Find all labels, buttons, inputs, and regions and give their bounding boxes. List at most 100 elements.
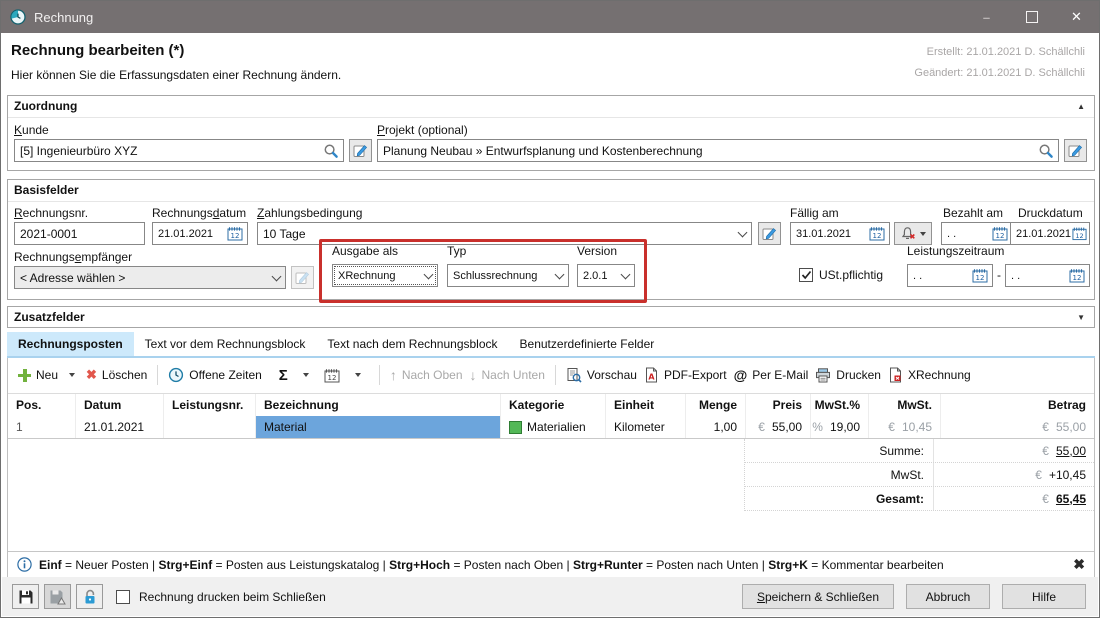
calendar-dropdown-arrow-icon[interactable] bbox=[355, 373, 361, 377]
sum-button[interactable]: Σ bbox=[279, 367, 288, 384]
zahlungsbedingung-edit-button[interactable] bbox=[758, 222, 781, 245]
collapse-up-icon[interactable]: ▲ bbox=[1077, 96, 1085, 117]
tab-rechnungsposten[interactable]: Rechnungsposten bbox=[7, 332, 134, 356]
summary-row-mwst: MwSt. €+10,45 bbox=[745, 463, 1094, 487]
col-kategorie[interactable]: Kategorie bbox=[501, 394, 606, 416]
zusatzfelder-header: Zusatzfelder ▼ bbox=[8, 307, 1094, 328]
rechnungsempfaenger-combo[interactable]: < Adresse wählen > bbox=[14, 266, 286, 289]
print-button[interactable]: Drucken bbox=[815, 368, 881, 383]
calendar-tool-button[interactable]: 12 bbox=[324, 368, 340, 383]
cell-preis[interactable]: €55,00 bbox=[746, 416, 811, 438]
hint-close-icon[interactable]: ✖ bbox=[1073, 556, 1085, 573]
cell-einheit[interactable]: Kilometer bbox=[606, 416, 686, 438]
move-up-button[interactable]: ↑ Nach Oben bbox=[390, 367, 463, 383]
tab-benutzerdefinierte-felder[interactable]: Benutzerdefinierte Felder bbox=[509, 332, 666, 356]
chevron-down-icon[interactable] bbox=[554, 271, 564, 281]
rechnungsnr-input[interactable]: 2021-0001 bbox=[14, 222, 145, 245]
col-betrag[interactable]: Betrag bbox=[941, 394, 1094, 416]
projekt-input[interactable]: Planung Neubau » Entwurfsplanung und Kos… bbox=[377, 139, 1059, 162]
druckdatum-input[interactable]: 21.01.2021 12 bbox=[1010, 222, 1090, 245]
chevron-down-icon[interactable] bbox=[423, 271, 433, 281]
pdf-export-button[interactable]: A PDF-Export bbox=[644, 367, 727, 383]
open-times-button[interactable]: Offene Zeiten bbox=[168, 367, 262, 383]
email-button[interactable]: @ Per E-Mail bbox=[734, 367, 809, 383]
zahlungsbedingung-combo[interactable]: 10 Tage bbox=[257, 222, 752, 245]
toolbar: Neu ✖ Löschen Offene Zeiten Σ 12 ↑ bbox=[8, 358, 1094, 392]
leistungszeitraum-von-input[interactable]: . . 12 bbox=[907, 264, 993, 287]
unlock-button[interactable] bbox=[76, 584, 103, 609]
cell-kategorie[interactable]: Materialien bbox=[501, 416, 606, 438]
faellig-input[interactable]: 31.01.2021 12 bbox=[790, 222, 890, 245]
chevron-down-icon[interactable] bbox=[920, 232, 926, 236]
tab-text-vor-rechnungsblock[interactable]: Text vor dem Rechnungsblock bbox=[134, 332, 317, 356]
col-leistungsnr[interactable]: Leistungsnr. bbox=[164, 394, 256, 416]
calendar-icon[interactable]: 12 bbox=[1072, 226, 1087, 241]
save-and-close-button[interactable]: Speichern & Schließen bbox=[742, 584, 894, 609]
projekt-edit-button[interactable] bbox=[1064, 139, 1087, 162]
ausgabe-als-combo[interactable]: XRechnung bbox=[332, 264, 438, 287]
cell-pos[interactable]: 1 bbox=[8, 416, 76, 438]
new-dropdown-arrow-icon[interactable] bbox=[69, 373, 75, 377]
ust-pflichtig-checkbox[interactable]: USt.pflichtig bbox=[799, 268, 883, 282]
cell-mwst-pct[interactable]: %19,00 bbox=[811, 416, 869, 438]
help-button[interactable]: Hilfe bbox=[1002, 584, 1086, 609]
checkbox-checked-icon[interactable] bbox=[799, 268, 813, 282]
leistungszeitraum-bis-input[interactable]: . . 12 bbox=[1005, 264, 1090, 287]
percent-symbol: % bbox=[812, 420, 823, 434]
col-menge[interactable]: Menge bbox=[686, 394, 746, 416]
maximize-button[interactable] bbox=[1009, 1, 1054, 33]
save-button[interactable] bbox=[12, 584, 39, 609]
move-down-button[interactable]: ↓ Nach Unten bbox=[470, 367, 545, 383]
cancel-button[interactable]: Abbruch bbox=[906, 584, 990, 609]
delete-button[interactable]: ✖ Löschen bbox=[86, 367, 147, 383]
svg-text:A: A bbox=[648, 373, 655, 382]
sum-dropdown-arrow-icon[interactable] bbox=[303, 373, 309, 377]
cell-menge[interactable]: 1,00 bbox=[686, 416, 746, 438]
col-preis[interactable]: Preis bbox=[746, 394, 811, 416]
new-button[interactable]: Neu bbox=[18, 368, 58, 382]
calendar-icon[interactable]: 12 bbox=[992, 226, 1008, 241]
col-datum[interactable]: Datum bbox=[76, 394, 164, 416]
col-mwst-pct[interactable]: MwSt.% bbox=[811, 394, 869, 416]
cell-betrag[interactable]: €55,00 bbox=[941, 416, 1094, 438]
cell-leistungsnr[interactable] bbox=[164, 416, 256, 438]
collapse-down-icon[interactable]: ▼ bbox=[1077, 307, 1085, 328]
cell-mwst[interactable]: €10,45 bbox=[869, 416, 941, 438]
version-combo[interactable]: 2.0.1 bbox=[577, 264, 635, 287]
email-label: Per E-Mail bbox=[752, 368, 808, 382]
close-button[interactable]: ✕ bbox=[1054, 1, 1099, 33]
preview-button[interactable]: Vorschau bbox=[566, 367, 637, 383]
print-on-close-checkbox[interactable] bbox=[116, 590, 130, 604]
tab-text-nach-rechnungsblock[interactable]: Text nach dem Rechnungsblock bbox=[316, 332, 508, 356]
calendar-icon[interactable]: 12 bbox=[869, 226, 885, 241]
bezahlt-input[interactable]: . . 12 bbox=[941, 222, 1013, 245]
chevron-down-icon[interactable] bbox=[271, 273, 281, 283]
calendar-icon[interactable]: 12 bbox=[972, 268, 988, 283]
save-warning-button[interactable] bbox=[44, 584, 71, 609]
chevron-down-icon[interactable] bbox=[737, 229, 747, 239]
search-icon[interactable] bbox=[323, 143, 339, 159]
faellig-label: Fällig am bbox=[790, 206, 839, 220]
rechnungsdatum-input[interactable]: 21.01.2021 12 bbox=[152, 222, 248, 245]
minimize-button[interactable]: – bbox=[964, 1, 1009, 33]
kunde-edit-button[interactable] bbox=[349, 139, 372, 162]
xrechnung-button[interactable]: XRechnung bbox=[888, 367, 971, 383]
kunde-input[interactable]: [5] Ingenieurbüro XYZ bbox=[14, 139, 344, 162]
col-mwst[interactable]: MwSt. bbox=[869, 394, 941, 416]
chevron-down-icon[interactable] bbox=[620, 271, 630, 281]
calendar-icon[interactable]: 12 bbox=[1069, 268, 1085, 283]
search-icon[interactable] bbox=[1038, 143, 1054, 159]
typ-combo[interactable]: Schlussrechnung bbox=[447, 264, 569, 287]
rechnungsempfaenger-edit-button[interactable] bbox=[291, 266, 314, 289]
col-pos[interactable]: Pos. bbox=[8, 394, 76, 416]
page-subtitle: Hier können Sie die Erfassungsdaten eine… bbox=[11, 68, 341, 82]
calendar-icon[interactable]: 12 bbox=[227, 226, 243, 241]
table-row[interactable]: 1 21.01.2021 Material Materialien Kilome… bbox=[8, 416, 1094, 439]
reminder-split-button[interactable] bbox=[894, 222, 932, 245]
cell-datum[interactable]: 21.01.2021 bbox=[76, 416, 164, 438]
zeitraum-dash: - bbox=[997, 268, 1001, 282]
col-einheit[interactable]: Einheit bbox=[606, 394, 686, 416]
open-times-label: Offene Zeiten bbox=[189, 368, 262, 382]
col-bezeichnung[interactable]: Bezeichnung bbox=[256, 394, 501, 416]
cell-bezeichnung-selected[interactable]: Material bbox=[256, 416, 501, 438]
